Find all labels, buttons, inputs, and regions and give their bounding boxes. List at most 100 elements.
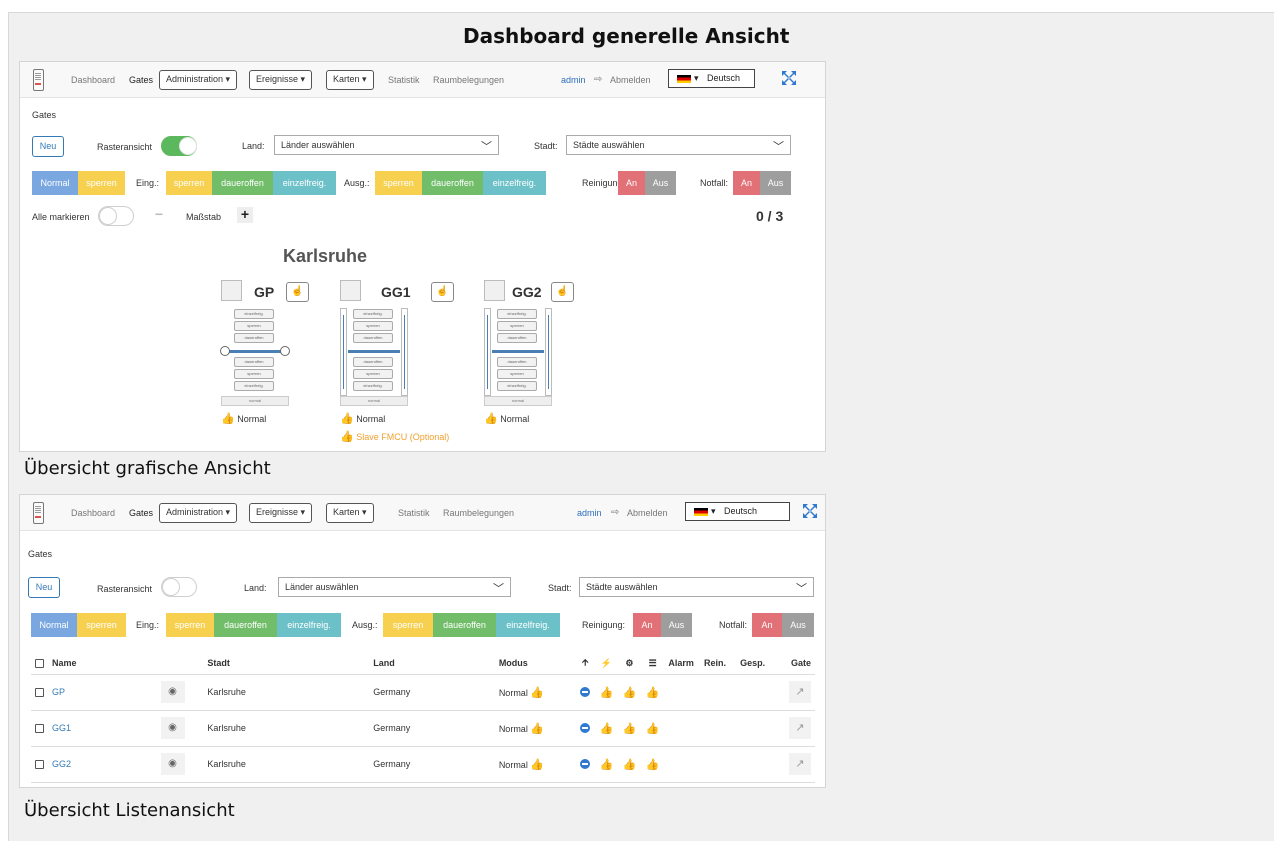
mode-normal-button[interactable]: Normal <box>32 171 78 195</box>
column-header-gesp[interactable]: Gesp. <box>736 653 783 675</box>
logout-link[interactable]: Abmelden <box>610 75 651 85</box>
nav-statistik[interactable]: Statistik <box>388 75 420 85</box>
row-checkbox[interactable] <box>35 688 44 698</box>
gate-diagram-gp[interactable]: einzelfreig. sperren daueroffen daueroff… <box>220 308 290 406</box>
new-button[interactable]: Neu <box>32 136 64 157</box>
gate-select-checkbox[interactable] <box>221 280 242 301</box>
stadt-select[interactable]: Städte auswählen ﹀ <box>579 577 814 597</box>
notfall-aus-button[interactable]: Aus <box>782 613 814 637</box>
gate-diagram-gg1[interactable]: einzelfreig. sperren daueroffen daueroff… <box>340 308 408 406</box>
diagram-button[interactable]: daueroffen <box>497 357 537 367</box>
eing-daueroffen-button[interactable]: daueroffen <box>214 613 277 637</box>
nav-dashboard[interactable]: Dashboard <box>71 75 115 85</box>
diagram-button[interactable]: daueroffen <box>497 333 537 343</box>
eye-icon[interactable]: ◉ <box>160 717 185 739</box>
eing-sperren-button[interactable]: sperren <box>166 171 212 195</box>
nav-statistik[interactable]: Statistik <box>398 508 430 518</box>
nav-gates[interactable]: Gates <box>129 508 153 518</box>
reinigung-aus-button[interactable]: Aus <box>661 613 692 637</box>
reinigung-an-button[interactable]: An <box>633 613 661 637</box>
ausg-sperren-button[interactable]: sperren <box>383 613 433 637</box>
logout-icon[interactable]: ⇨ <box>594 74 602 85</box>
diagram-button[interactable]: sperren <box>353 321 393 331</box>
gate-name-link[interactable]: GG1 <box>52 723 71 733</box>
diagram-button[interactable]: einzelfreig. <box>497 381 537 391</box>
diagram-button[interactable]: einzelfreig. <box>234 309 274 319</box>
ausg-daueroffen-button[interactable]: daueroffen <box>422 171 483 195</box>
notfall-an-button[interactable]: An <box>752 613 782 637</box>
logout-icon[interactable]: ⇨ <box>611 507 619 518</box>
land-select[interactable]: Länder auswählen ﹀ <box>278 577 511 597</box>
ausg-sperren-button[interactable]: sperren <box>375 171 422 195</box>
nav-ereignisse-dropdown[interactable]: Ereignisse ▾ <box>249 503 313 523</box>
hand-pointer-icon[interactable]: ☝ <box>551 282 574 302</box>
diagram-button[interactable]: daueroffen <box>234 357 274 367</box>
diagram-button[interactable]: daueroffen <box>353 357 393 367</box>
language-select[interactable]: ▾ Deutsch <box>668 69 755 88</box>
diagram-button[interactable]: einzelfreig. <box>497 309 537 319</box>
external-link-icon[interactable]: ↗ <box>789 753 811 775</box>
zoom-out-button[interactable]: − <box>151 207 167 223</box>
gate-logo-icon[interactable] <box>33 69 44 91</box>
gate-diagram-gg2[interactable]: einzelfreig. sperren daueroffen daueroff… <box>484 308 552 406</box>
gate-logo-icon[interactable] <box>33 502 44 524</box>
diagram-button[interactable]: sperren <box>353 369 393 379</box>
gate-name-link[interactable]: GP <box>52 687 65 697</box>
mode-sperren-button[interactable]: sperren <box>78 171 125 195</box>
nav-karten-dropdown[interactable]: Karten ▾ <box>326 70 374 90</box>
gate-name-link[interactable]: GG2 <box>52 759 71 769</box>
column-header-alarm[interactable]: Alarm <box>664 653 700 675</box>
fullscreen-icon[interactable] <box>781 70 797 86</box>
eing-daueroffen-button[interactable]: daueroffen <box>212 171 273 195</box>
column-header-stadt[interactable]: Stadt <box>203 653 370 675</box>
ausg-einzelfreig-button[interactable]: einzelfreig. <box>496 613 560 637</box>
rasteransicht-toggle[interactable] <box>161 136 197 156</box>
alle-markieren-toggle[interactable] <box>98 206 134 226</box>
zoom-in-button[interactable]: + <box>237 207 253 223</box>
diagram-button[interactable]: sperren <box>497 369 537 379</box>
nav-ereignisse-dropdown[interactable]: Ereignisse ▾ <box>249 70 313 90</box>
eye-icon[interactable]: ◉ <box>160 681 185 703</box>
row-checkbox[interactable] <box>35 760 44 770</box>
user-link[interactable]: admin <box>561 75 586 85</box>
gate-select-checkbox[interactable] <box>484 280 505 301</box>
nav-raumbelegungen[interactable]: Raumbelegungen <box>433 75 504 85</box>
diagram-button[interactable]: sperren <box>497 321 537 331</box>
external-link-icon[interactable]: ↗ <box>789 681 811 703</box>
eye-icon[interactable]: ◉ <box>160 753 185 775</box>
eing-einzelfreig-button[interactable]: einzelfreig. <box>277 613 341 637</box>
notfall-aus-button[interactable]: Aus <box>760 171 791 195</box>
rasteransicht-toggle[interactable] <box>161 577 197 597</box>
logout-link[interactable]: Abmelden <box>627 508 668 518</box>
diagram-button[interactable]: daueroffen <box>234 333 274 343</box>
eing-sperren-button[interactable]: sperren <box>166 613 214 637</box>
hand-pointer-icon[interactable]: ☝ <box>431 282 454 302</box>
new-button[interactable]: Neu <box>28 577 60 598</box>
nav-karten-dropdown[interactable]: Karten ▾ <box>326 503 374 523</box>
nav-administration-dropdown[interactable]: Administration ▾ <box>159 70 238 90</box>
external-link-icon[interactable]: ↗ <box>789 717 811 739</box>
reinigung-an-button[interactable]: An <box>618 171 645 195</box>
column-header-modus[interactable]: Modus <box>494 653 576 675</box>
fullscreen-icon[interactable] <box>802 503 818 519</box>
land-select[interactable]: Länder auswählen ﹀ <box>274 135 499 155</box>
nav-gates[interactable]: Gates <box>129 75 153 85</box>
diagram-button[interactable]: einzelfreig. <box>353 381 393 391</box>
ausg-daueroffen-button[interactable]: daueroffen <box>433 613 496 637</box>
nav-raumbelegungen[interactable]: Raumbelegungen <box>443 508 514 518</box>
mode-sperren-button[interactable]: sperren <box>77 613 126 637</box>
column-header-land[interactable]: Land <box>369 653 495 675</box>
column-header-name[interactable]: Name <box>31 653 157 675</box>
gate-select-checkbox[interactable] <box>340 280 361 301</box>
column-header-gate[interactable]: Gate <box>782 653 815 675</box>
user-link[interactable]: admin <box>577 508 602 518</box>
stadt-select[interactable]: Städte auswählen ﹀ <box>566 135 791 155</box>
row-checkbox[interactable] <box>35 724 44 734</box>
reinigung-aus-button[interactable]: Aus <box>645 171 676 195</box>
nav-administration-dropdown[interactable]: Administration ▾ <box>159 503 238 523</box>
notfall-an-button[interactable]: An <box>733 171 760 195</box>
diagram-button[interactable]: sperren <box>234 369 274 379</box>
hand-pointer-icon[interactable]: ☝ <box>286 282 309 302</box>
diagram-button[interactable]: einzelfreig. <box>353 309 393 319</box>
diagram-button[interactable]: sperren <box>234 321 274 331</box>
